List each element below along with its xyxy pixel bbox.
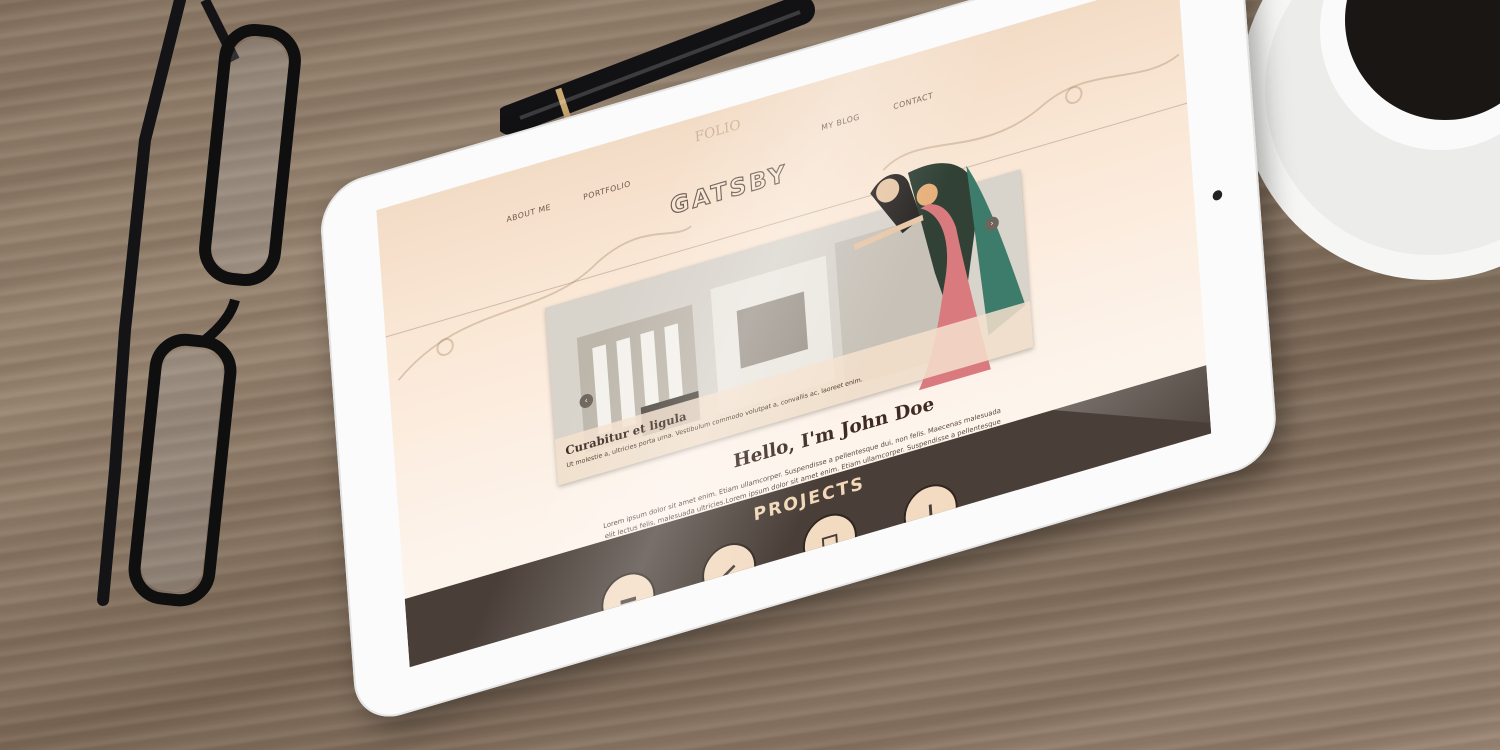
nav-my-blog[interactable]: MY BLOG <box>821 112 860 132</box>
camera-icon <box>1212 189 1223 202</box>
project-icon[interactable] <box>700 536 758 606</box>
eyeglasses <box>97 0 301 607</box>
project-icon[interactable] <box>599 565 658 636</box>
coffee-cup <box>1240 0 1500 280</box>
project-icon[interactable] <box>801 506 859 577</box>
nav-contact[interactable]: CONTACT <box>893 91 933 111</box>
project-icon[interactable] <box>901 477 960 547</box>
tablet: ABOUT ME PORTFOLIO MY BLOG CONTACT FOLIO… <box>318 0 1279 728</box>
